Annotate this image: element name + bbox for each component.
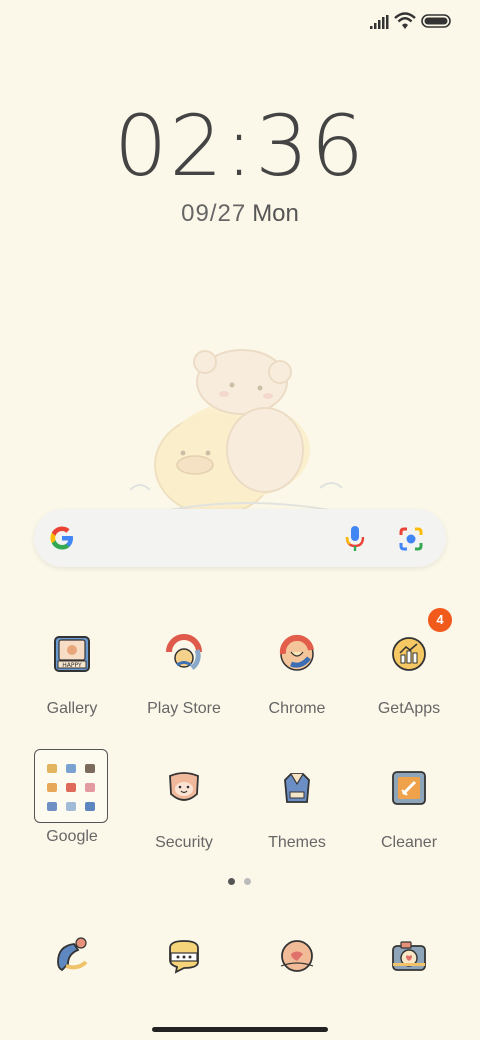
app-label-themes: Themes <box>268 834 326 851</box>
google-search-bar[interactable] <box>34 509 446 567</box>
folder-mini-icon <box>85 783 95 792</box>
app-label-getapps: GetApps <box>377 700 441 717</box>
clock-date[interactable]: 09/27 Mon <box>0 202 480 226</box>
folder-mini-icon <box>47 783 57 792</box>
browser-icon[interactable] <box>277 936 317 976</box>
battery-icon <box>421 14 451 28</box>
folder-mini-icon <box>85 764 95 773</box>
app-label-cleaner: Cleaner <box>380 834 438 851</box>
app-label-play-store: Play Store <box>147 700 221 717</box>
app-label-chrome: Chrome <box>268 700 326 717</box>
security-icon <box>169 772 199 801</box>
page-indicator-active[interactable] <box>228 878 235 885</box>
cleaner-icon <box>392 771 426 805</box>
app-chrome[interactable]: Chrome <box>247 634 347 744</box>
notification-badge: 4 <box>428 608 452 632</box>
clock-time[interactable]: 02:36 <box>0 104 480 188</box>
date-text: 09/27 <box>181 200 247 227</box>
folder-mini-icon <box>66 802 76 811</box>
messages-icon[interactable] <box>164 936 204 976</box>
page-indicator[interactable] <box>244 878 251 885</box>
gesture-nav-handle[interactable] <box>152 1027 328 1032</box>
gallery-icon: HAPPY <box>54 636 90 672</box>
status-bar <box>0 0 480 40</box>
google-folder[interactable] <box>34 749 108 823</box>
google-g-icon <box>50 526 73 550</box>
folder-mini-icon <box>85 802 95 811</box>
folder-mini-icon <box>47 802 57 811</box>
phone-icon[interactable] <box>52 936 92 976</box>
day-text: Mon <box>252 200 299 227</box>
folder-mini-icon <box>66 764 76 773</box>
app-gallery[interactable]: HAPPY Gallery <box>22 634 122 744</box>
folder-mini-icon <box>47 764 57 773</box>
app-label-gallery: Gallery <box>46 700 98 717</box>
camera-icon[interactable] <box>389 936 429 976</box>
app-cleaner[interactable]: Cleaner <box>359 768 459 878</box>
mic-icon[interactable] <box>342 525 368 553</box>
app-security[interactable]: Security <box>134 768 234 878</box>
app-label-security: Security <box>155 834 213 851</box>
gallery-icon-text: HAPPY <box>62 662 82 669</box>
wifi-icon <box>394 12 416 29</box>
themes-icon <box>284 773 310 803</box>
app-label-google: Google <box>46 828 98 845</box>
app-themes[interactable]: Themes <box>247 768 347 878</box>
folder-mini-icon <box>66 783 76 792</box>
app-getapps[interactable]: GetApps <box>359 634 459 744</box>
signal-icon <box>370 15 389 29</box>
play-store-icon <box>166 634 202 671</box>
getapps-icon <box>392 637 426 671</box>
app-play-store[interactable]: Play Store <box>134 634 234 744</box>
chrome-icon <box>279 634 314 671</box>
lens-icon[interactable] <box>398 526 424 552</box>
wallpaper-illustration <box>129 349 343 516</box>
